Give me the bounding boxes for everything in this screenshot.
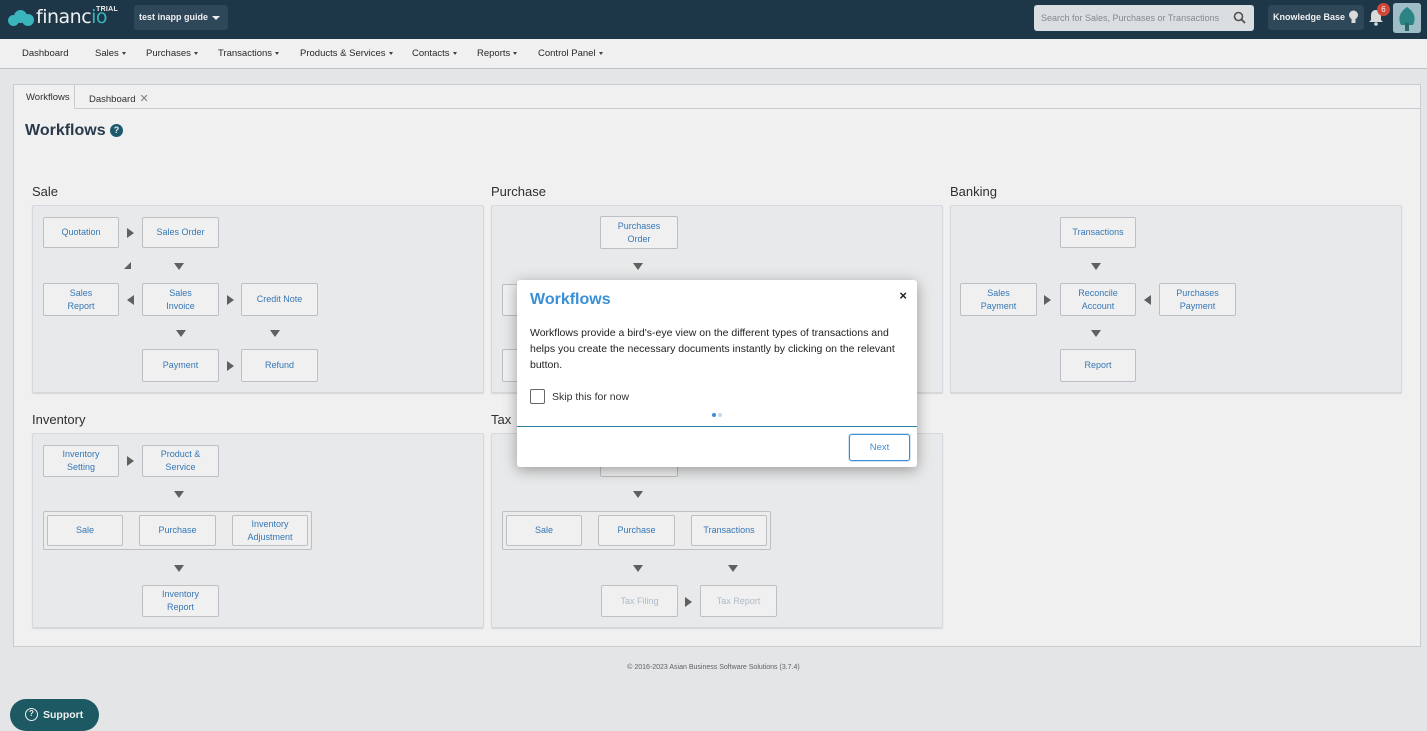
modal-title: Workflows: [530, 291, 611, 308]
skip-label: Skip this for now: [552, 390, 630, 403]
workflows-guide-modal: Workflows × Workflows provide a bird's-e…: [517, 280, 917, 467]
modal-body-text: Workflows provide a bird's-eye view on t…: [530, 327, 895, 371]
modal-divider: [517, 426, 917, 427]
step-indicator: [712, 413, 722, 417]
skip-option[interactable]: Skip this for now: [530, 389, 629, 404]
close-icon[interactable]: ×: [899, 288, 907, 303]
step-dot-active: [712, 413, 716, 417]
skip-checkbox[interactable]: [530, 389, 545, 404]
step-dot: [718, 413, 722, 417]
next-button[interactable]: Next: [849, 434, 910, 461]
